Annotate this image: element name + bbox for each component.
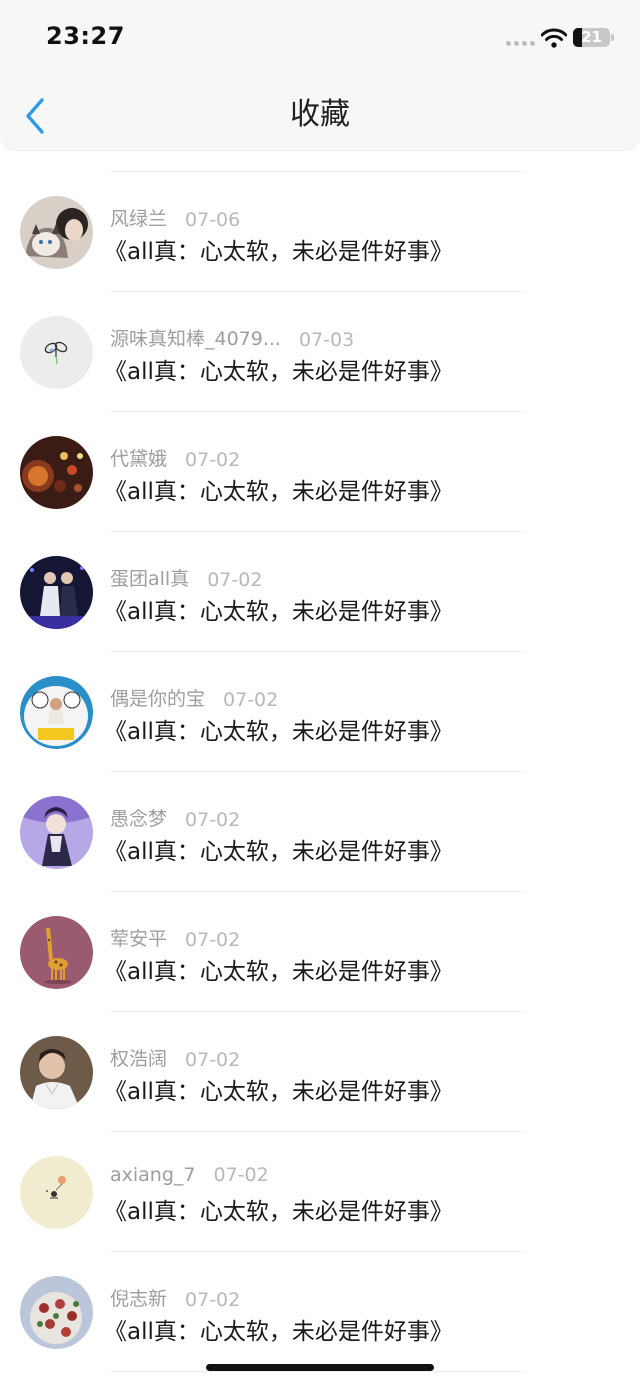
user-name[interactable]: 蛋团all真 bbox=[110, 564, 189, 591]
list-item[interactable]: 源味真知棒_4079... 07-03 《all真：心太软，未必是件好事》 bbox=[0, 292, 640, 412]
navigation-bar: 收藏 bbox=[0, 80, 640, 151]
battery-tip bbox=[611, 34, 614, 41]
user-name[interactable]: 源味真知棒_4079... bbox=[110, 324, 281, 351]
item-date: 07-06 bbox=[185, 209, 241, 231]
item-meta: 愚念梦 07-02 bbox=[110, 804, 240, 831]
item-content[interactable]: 《all真：心太软，未必是件好事》 bbox=[104, 832, 453, 866]
page-title: 收藏 bbox=[290, 97, 350, 132]
item-date: 07-02 bbox=[207, 569, 263, 591]
item-content[interactable]: 《all真：心太软，未必是件好事》 bbox=[104, 232, 453, 266]
item-meta: 蛋团all真 07-02 bbox=[110, 564, 262, 591]
user-name[interactable]: axiang_7 bbox=[110, 1164, 196, 1186]
avatar[interactable] bbox=[20, 556, 93, 629]
item-date: 07-02 bbox=[223, 689, 279, 711]
item-meta: 偶是你的宝 07-02 bbox=[110, 684, 278, 711]
item-content[interactable]: 《all真：心太软，未必是件好事》 bbox=[104, 592, 453, 626]
avatar[interactable] bbox=[20, 916, 93, 989]
item-meta: 荤安平 07-02 bbox=[110, 924, 240, 951]
item-date: 07-02 bbox=[185, 1289, 241, 1311]
avatar[interactable] bbox=[20, 196, 93, 269]
avatar[interactable] bbox=[20, 1156, 93, 1229]
list-item[interactable]: 代黛娥 07-02 《all真：心太软，未必是件好事》 bbox=[0, 412, 640, 532]
item-meta: 代黛娥 07-02 bbox=[110, 444, 240, 471]
item-content[interactable]: 《all真：心太软，未必是件好事》 bbox=[104, 352, 453, 386]
item-content[interactable]: 《all真：心太软，未必是件好事》 bbox=[104, 472, 453, 506]
back-button[interactable] bbox=[16, 94, 56, 138]
cellular-signal-icon bbox=[506, 41, 535, 46]
item-meta: 权浩阔 07-02 bbox=[110, 1044, 240, 1071]
item-date: 07-03 bbox=[298, 329, 355, 351]
item-content[interactable]: 《all真：心太软，未必是件好事》 bbox=[104, 952, 453, 986]
item-meta: 风绿兰 07-06 bbox=[110, 204, 240, 231]
avatar[interactable] bbox=[20, 1036, 93, 1109]
item-meta: 倪志新 07-02 bbox=[110, 1284, 240, 1311]
item-date: 07-02 bbox=[185, 1049, 241, 1071]
item-date: 07-02 bbox=[185, 449, 241, 471]
list-item[interactable]: 权浩阔 07-02 《all真：心太软，未必是件好事》 bbox=[0, 1012, 640, 1132]
avatar[interactable] bbox=[20, 1276, 93, 1349]
avatar[interactable] bbox=[20, 316, 93, 389]
user-name[interactable]: 权浩阔 bbox=[110, 1044, 167, 1071]
list-item[interactable]: 倪志新 07-02 《all真：心太软，未必是件好事》 bbox=[0, 1252, 640, 1372]
list-item[interactable]: 愚念梦 07-02 《all真：心太软，未必是件好事》 bbox=[0, 772, 640, 892]
user-name[interactable]: 荤安平 bbox=[110, 924, 167, 951]
user-name[interactable]: 代黛娥 bbox=[110, 444, 167, 471]
item-content[interactable]: 《all真：心太软，未必是件好事》 bbox=[104, 1192, 453, 1226]
item-meta: axiang_7 07-02 bbox=[110, 1164, 269, 1186]
item-date: 07-02 bbox=[185, 929, 241, 951]
list-item[interactable]: 荤安平 07-02 《all真：心太软，未必是件好事》 bbox=[0, 892, 640, 1012]
list-item[interactable]: axiang_7 07-02 《all真：心太软，未必是件好事》 bbox=[0, 1132, 640, 1252]
item-content[interactable]: 《all真：心太软，未必是件好事》 bbox=[104, 1312, 453, 1346]
chevron-left-icon bbox=[26, 98, 44, 134]
home-indicator[interactable] bbox=[206, 1364, 434, 1371]
favorites-list: 风绿兰 07-06 《all真：心太软，未必是件好事》 源味真知棒_4079...… bbox=[0, 171, 640, 1372]
item-date: 07-02 bbox=[185, 809, 241, 831]
avatar[interactable] bbox=[20, 796, 93, 869]
battery-icon: 21 bbox=[573, 28, 610, 47]
item-date: 07-02 bbox=[213, 1164, 269, 1186]
list-item[interactable]: 风绿兰 07-06 《all真：心太软，未必是件好事》 bbox=[0, 172, 640, 292]
wifi-icon bbox=[541, 28, 567, 48]
user-name[interactable]: 风绿兰 bbox=[110, 204, 167, 231]
list-item[interactable]: 蛋团all真 07-02 《all真：心太软，未必是件好事》 bbox=[0, 532, 640, 652]
avatar[interactable] bbox=[20, 436, 93, 509]
item-content[interactable]: 《all真：心太软，未必是件好事》 bbox=[104, 712, 453, 746]
user-name[interactable]: 偶是你的宝 bbox=[110, 684, 205, 711]
battery-level: 21 bbox=[581, 28, 602, 46]
status-bar: 23:27 21 bbox=[0, 0, 640, 80]
user-name[interactable]: 倪志新 bbox=[110, 1284, 167, 1311]
status-time: 23:27 bbox=[46, 22, 125, 50]
list-item[interactable]: 偶是你的宝 07-02 《all真：心太软，未必是件好事》 bbox=[0, 652, 640, 772]
item-content[interactable]: 《all真：心太软，未必是件好事》 bbox=[104, 1072, 453, 1106]
user-name[interactable]: 愚念梦 bbox=[110, 804, 167, 831]
item-meta: 源味真知棒_4079... 07-03 bbox=[110, 324, 354, 351]
avatar[interactable] bbox=[20, 676, 93, 749]
